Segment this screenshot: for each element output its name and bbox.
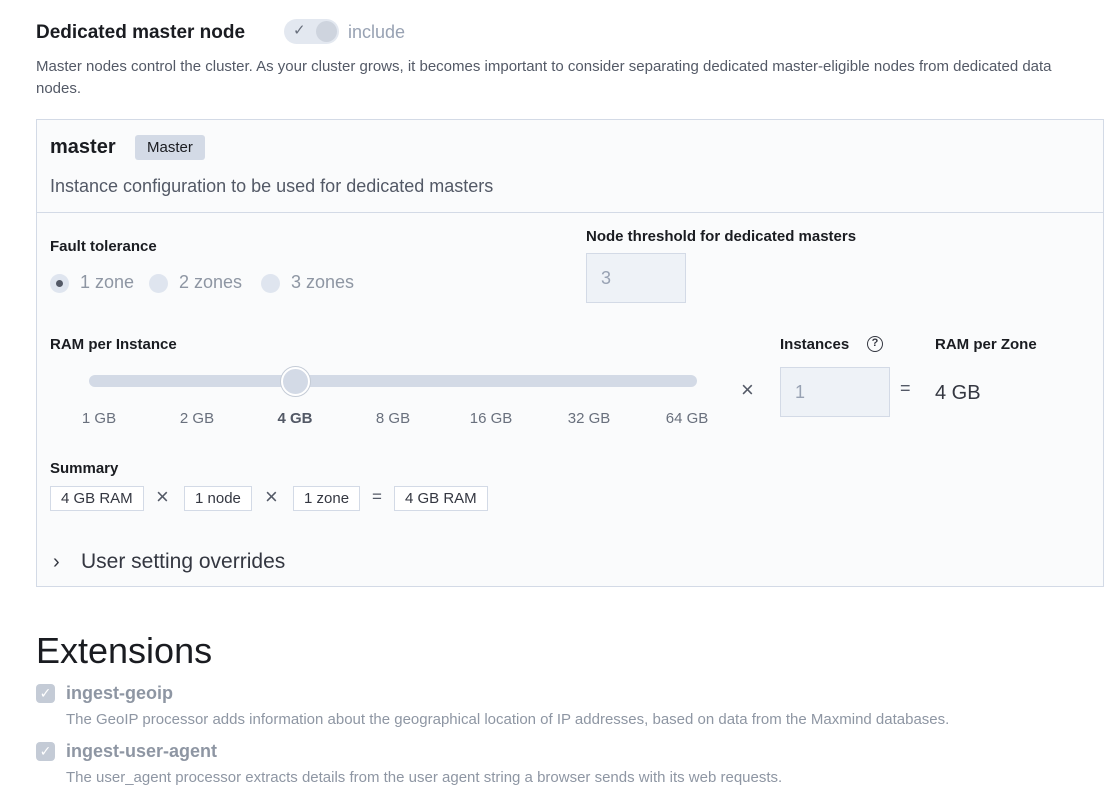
node-threshold-label: Node threshold for dedicated masters	[586, 228, 857, 245]
include-toggle[interactable]: ✓	[284, 19, 339, 44]
radio-label: 1 zone	[80, 272, 135, 292]
radio-button	[50, 274, 69, 293]
ram-per-zone-value: 4 GB	[935, 382, 981, 404]
multiply-icon: ×	[156, 484, 169, 509]
extensions-title: Extensions	[36, 630, 213, 671]
extension-description: The user_agent processor extracts detail…	[66, 769, 783, 786]
instances-label: Instances	[780, 336, 850, 353]
ram-tick-selected: 4 GB	[277, 410, 313, 427]
overrides-label: User setting overrides	[81, 550, 286, 573]
summary-nodes: 1 node	[184, 486, 252, 511]
extension-name: ingest-geoip	[66, 683, 173, 703]
toggle-knob	[316, 21, 337, 42]
panel-header: master Master Instance configuration to …	[37, 120, 1103, 213]
master-badge: Master	[135, 135, 205, 160]
ram-tick: 32 GB	[567, 410, 611, 427]
ram-slider-track[interactable]	[89, 375, 697, 387]
equals-sign: =	[900, 378, 911, 398]
section-description: Master nodes control the cluster. As you…	[36, 58, 1052, 97]
section-title: Dedicated master node	[36, 22, 246, 43]
fault-tolerance-label: Fault tolerance	[50, 238, 157, 255]
summary-label: Summary	[50, 460, 119, 477]
multiply-icon: ×	[741, 377, 754, 402]
ram-tick: 2 GB	[179, 410, 215, 427]
ram-tick: 64 GB	[665, 410, 709, 427]
extension-item-ingest-user-agent[interactable]: ✓ ingest-user-agent	[36, 741, 296, 765]
help-icon[interactable]: ?	[867, 336, 883, 352]
user-setting-overrides-toggle[interactable]: › User setting overrides	[47, 545, 347, 581]
radio-2-zones[interactable]: 2 zones	[149, 272, 259, 294]
radio-label: 2 zones	[179, 272, 243, 292]
summary-total: 4 GB RAM	[394, 486, 488, 511]
checkbox-checked-icon[interactable]: ✓	[36, 684, 55, 703]
summary-ram: 4 GB RAM	[50, 486, 144, 511]
equals-sign: =	[372, 487, 382, 506]
instances-input[interactable]: 1	[780, 367, 890, 417]
radio-label: 3 zones	[291, 272, 355, 292]
radio-3-zones[interactable]: 3 zones	[261, 272, 371, 294]
ram-slider-thumb[interactable]	[281, 367, 310, 396]
ram-tick: 1 GB	[81, 410, 117, 427]
master-config-panel: master Master Instance configuration to …	[36, 119, 1104, 587]
checkbox-checked-icon[interactable]: ✓	[36, 742, 55, 761]
ram-per-instance-label: RAM per Instance	[50, 336, 177, 353]
radio-button	[261, 274, 280, 293]
multiply-icon: ×	[265, 484, 278, 509]
chevron-right-icon: ›	[53, 551, 60, 573]
panel-subtitle: Instance configuration to be used for de…	[50, 176, 494, 196]
check-icon: ✓	[293, 22, 306, 39]
extension-item-ingest-geoip[interactable]: ✓ ingest-geoip	[36, 683, 296, 707]
ram-tick: 8 GB	[375, 410, 411, 427]
extension-name: ingest-user-agent	[66, 741, 218, 761]
ram-per-zone-label: RAM per Zone	[935, 336, 1037, 353]
node-threshold-input[interactable]: 3	[586, 253, 686, 303]
panel-title: master	[50, 136, 116, 158]
extension-description: The GeoIP processor adds information abo…	[66, 711, 950, 728]
radio-1-zone[interactable]: 1 zone	[50, 272, 150, 294]
toggle-label: include	[348, 22, 406, 42]
summary-zones: 1 zone	[293, 486, 361, 511]
radio-button	[149, 274, 168, 293]
ram-tick: 16 GB	[469, 410, 513, 427]
